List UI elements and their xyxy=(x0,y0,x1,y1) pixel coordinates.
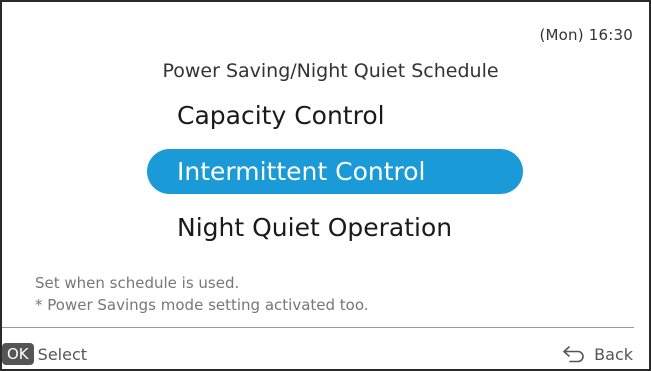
select-label: Select xyxy=(37,344,88,364)
footer-divider xyxy=(2,327,634,328)
back-button[interactable]: Back xyxy=(562,343,633,365)
menu-item-intermittent-control[interactable]: Intermittent Control xyxy=(147,149,523,194)
page-title: Power Saving/Night Quiet Schedule xyxy=(162,60,499,82)
clock-display: (Mon) 16:30 xyxy=(539,26,633,44)
back-label: Back xyxy=(594,344,633,364)
ok-badge: OK xyxy=(2,343,34,365)
help-line-2: * Power Savings mode setting activated t… xyxy=(35,296,369,314)
help-text: Set when schedule is used. * Power Savin… xyxy=(35,272,369,316)
controller-screen: (Mon) 16:30 Power Saving/Night Quiet Sch… xyxy=(0,0,651,371)
menu-item-night-quiet-operation[interactable]: Night Quiet Operation xyxy=(147,205,527,250)
ok-select-button[interactable]: OK Select xyxy=(2,343,87,365)
help-line-1: Set when schedule is used. xyxy=(35,274,240,292)
return-arrow-icon xyxy=(563,346,584,363)
menu-item-capacity-control[interactable]: Capacity Control xyxy=(147,93,527,138)
menu-list: Capacity Control Intermittent Control Ni… xyxy=(147,93,527,261)
